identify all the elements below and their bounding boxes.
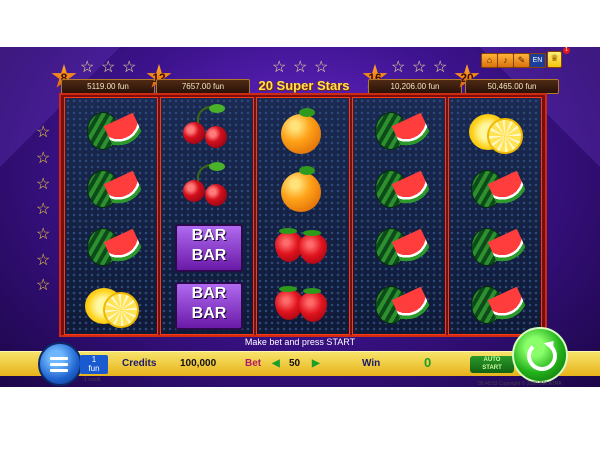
jackpot-amount: 7657.00 fun	[156, 79, 250, 94]
strawberry-leaf	[279, 228, 297, 234]
star-outline-icon: ☆	[293, 59, 308, 76]
bet-value: 50	[289, 358, 301, 369]
payline-star-icon: ☆	[36, 252, 51, 269]
lemon-symbol	[65, 276, 157, 332]
game-title-logo: 20 Super Stars	[258, 78, 350, 93]
star-outline-icon: ☆	[122, 59, 137, 76]
menu-icon	[50, 357, 68, 360]
bet-increase-button[interactable]: ▶	[312, 358, 320, 369]
strawberry-leaf	[303, 230, 321, 236]
footer-copyright: 09:40:53 Copyright © 2020 BELATRA	[478, 381, 562, 387]
bar-label: BAR	[191, 285, 227, 302]
start-spin-button[interactable]	[512, 327, 568, 383]
star-outline-icon: ☆	[101, 59, 116, 76]
payline-star-icon: ☆	[36, 201, 51, 218]
autostart-label: START	[482, 365, 502, 371]
settings-icon[interactable]: ✎	[513, 53, 530, 68]
strawberry-leaf	[279, 286, 297, 292]
notification-badge: 1	[563, 47, 570, 54]
payline-star-icon: ☆	[36, 150, 51, 167]
win-label: Win	[362, 358, 381, 369]
cherry-icon	[183, 122, 205, 144]
reel-5	[448, 97, 542, 335]
star-outline-icon: ☆	[412, 59, 427, 76]
orange-symbol	[257, 160, 349, 216]
autostart-button[interactable]: AUTO START	[470, 356, 514, 373]
star-outline-icon: ☆	[272, 59, 287, 76]
strawberry-symbol	[257, 218, 349, 274]
star-outline-icon: ☆	[391, 59, 406, 76]
denomination-value: 1	[91, 355, 97, 364]
denomination-selector[interactable]: 1 fun	[80, 355, 108, 374]
cherry-leaf	[209, 162, 225, 171]
star-outline-icon: ☆	[314, 59, 329, 76]
bar-label: BAR	[191, 305, 227, 322]
cherry-icon	[205, 126, 227, 148]
watermelon-symbol	[353, 218, 445, 274]
orange-leaf	[299, 108, 315, 117]
orange-icon	[281, 172, 321, 212]
menu-button[interactable]	[38, 342, 82, 386]
reel-3	[256, 97, 350, 335]
orange-leaf	[299, 166, 315, 175]
reel-frame: BAR BAR BAR BAR	[59, 93, 547, 337]
bar-icon: BAR BAR	[175, 224, 243, 272]
strawberry-leaf	[303, 288, 321, 294]
denomination-unit: fun	[88, 364, 100, 373]
cherry-leaf	[209, 104, 225, 113]
bet-decrease-button[interactable]: ◀	[272, 358, 280, 369]
bar-icon: BAR BAR	[175, 282, 243, 330]
star-outline-icon: ☆	[80, 59, 95, 76]
credits-label: Credits	[122, 358, 157, 369]
cherry-icon	[205, 184, 227, 206]
strawberry-icon	[299, 234, 327, 264]
credit-note: 1 credit	[84, 377, 101, 383]
payline-star-icon: ☆	[36, 176, 51, 193]
bar-label: BAR	[191, 247, 227, 264]
watermelon-symbol	[65, 218, 157, 274]
home-icon[interactable]: ⌂	[481, 53, 498, 68]
language-flag-icon[interactable]: EN	[529, 53, 546, 68]
status-message: Make bet and press START	[244, 337, 356, 347]
payline-star-icon: ☆	[36, 226, 51, 243]
win-value: 0	[424, 355, 432, 370]
jackpot-amount: 5119.00 fun	[61, 79, 155, 94]
cherry-symbol	[161, 102, 253, 158]
watermelon-symbol	[65, 102, 157, 158]
watermelon-symbol	[353, 102, 445, 158]
menu-icon	[50, 369, 68, 372]
lemon-slice-icon	[103, 292, 139, 328]
orange-symbol	[257, 102, 349, 158]
payline-star-icon: ☆	[36, 124, 51, 141]
bar-symbol: BAR BAR	[161, 218, 253, 274]
reel-2: BAR BAR BAR BAR	[160, 97, 254, 335]
sound-icon[interactable]: ♪	[497, 53, 514, 68]
credits-value: 100,000	[180, 358, 217, 369]
watermelon-symbol	[65, 160, 157, 216]
watermelon-symbol	[449, 160, 541, 216]
cherry-symbol	[161, 160, 253, 216]
orange-icon	[281, 114, 321, 154]
star-outline-icon: ☆	[433, 59, 448, 76]
bar-symbol: BAR BAR	[161, 276, 253, 332]
menu-icon	[50, 363, 68, 366]
autostart-label: AUTO	[483, 357, 501, 363]
watermelon-symbol	[353, 276, 445, 332]
trophy-icon[interactable]: ♛	[547, 51, 562, 68]
jackpot-amount: 10,206.00 fun	[368, 79, 462, 94]
watermelon-symbol	[353, 160, 445, 216]
reel-1	[64, 97, 158, 335]
strawberry-symbol	[257, 276, 349, 332]
jackpot-amount: 50,465.00 fun	[465, 79, 559, 94]
strawberry-icon	[299, 292, 327, 322]
lemon-slice-icon	[487, 118, 523, 154]
lemon-symbol	[449, 102, 541, 158]
cherry-icon	[183, 180, 205, 202]
bet-label: Bet	[245, 358, 262, 369]
reel-4	[352, 97, 446, 335]
watermelon-symbol	[449, 276, 541, 332]
bar-label: BAR	[191, 227, 227, 244]
payline-star-icon: ☆	[36, 277, 51, 294]
watermelon-symbol	[449, 218, 541, 274]
